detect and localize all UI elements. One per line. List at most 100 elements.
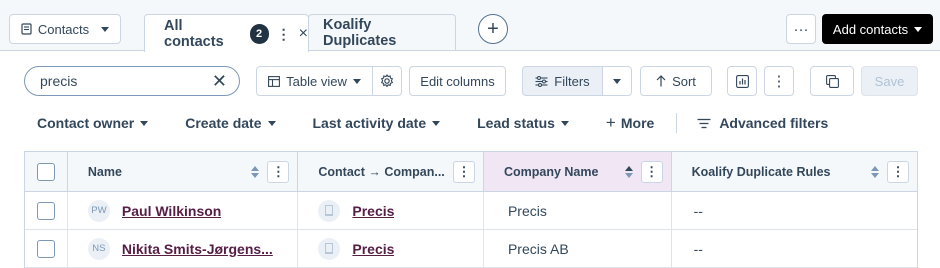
company-name-cell: Precis AB (484, 230, 672, 267)
tab-koalify-duplicates[interactable]: Koalify Duplicates (308, 14, 456, 51)
company-link[interactable]: Precis (352, 241, 394, 257)
table-view-button[interactable]: Table view (256, 66, 373, 96)
advanced-filters-icon (697, 118, 711, 128)
chevron-down-icon (613, 78, 621, 84)
sort-icon[interactable] (871, 165, 879, 178)
column-label: Name (87, 164, 122, 179)
company-name-value: Precis (507, 202, 547, 219)
clear-search-icon[interactable]: ✕ (212, 71, 227, 92)
company-name-cell: Precis (484, 192, 672, 229)
filters-dropdown-button[interactable] (602, 66, 632, 96)
column-menu-icon[interactable]: ⋮ (887, 160, 909, 183)
filters-label: Filters (554, 73, 590, 89)
row-select-cell (25, 192, 68, 229)
column-header-contact-company[interactable]: Contact → Compan... ⋮ (298, 152, 484, 191)
column-menu-icon[interactable]: ⋮ (640, 160, 663, 183)
duplicate-view-button[interactable] (810, 66, 854, 96)
add-contacts-button[interactable]: Add contacts (822, 14, 933, 44)
save-view-button[interactable]: Save (861, 66, 918, 96)
column-header-name[interactable]: Name ⋮ (68, 152, 299, 191)
avatar: PW (87, 199, 110, 222)
ellipsis-icon: ··· (793, 20, 809, 38)
search-input[interactable] (40, 73, 200, 89)
contact-name-link[interactable]: Nikita Smits-Jørgens... (122, 241, 273, 257)
company-link[interactable]: Precis (352, 203, 394, 219)
associated-company-cell: Precis (298, 230, 484, 267)
more-filters-label: More (620, 115, 655, 131)
filters-divider (676, 113, 678, 133)
filter-label: Create date (185, 115, 262, 131)
filter-sliders-icon (535, 75, 548, 87)
filter-last-activity-date[interactable]: Last activity date (313, 115, 441, 131)
kebab-icon: ⋮ (771, 73, 787, 90)
search-box[interactable]: ✕ (24, 66, 240, 96)
duplicate-rules-cell: -- (672, 192, 917, 229)
tab-options-icon[interactable]: ⋮ (277, 27, 291, 41)
contact-name-link[interactable]: Paul Wilkinson (122, 203, 221, 219)
chart-icon (735, 74, 749, 88)
object-selector-button[interactable]: Contacts (9, 14, 121, 44)
advanced-filters-label: Advanced filters (719, 115, 829, 131)
contacts-panel: ✕ Table view Edit columns Filters (0, 50, 940, 268)
table-row: PW Paul Wilkinson Precis Precis -- (25, 192, 917, 230)
chevron-down-icon (432, 120, 441, 126)
plus-icon: + (487, 18, 499, 40)
sort-button[interactable]: Sort (640, 66, 712, 96)
filter-contact-owner[interactable]: Contact owner (37, 115, 149, 131)
sort-label: Sort (672, 73, 696, 89)
quick-filters: Contact owner Create date Last activity … (37, 113, 865, 133)
contacts-table: Name ⋮ Contact → Compan... ⋮ Company Nam… (24, 151, 918, 268)
add-view-tab-button[interactable]: + (478, 14, 508, 44)
object-selector-label: Contacts (37, 21, 90, 37)
row-checkbox[interactable] (36, 201, 55, 220)
duplicate-rules-cell: -- (672, 230, 917, 267)
save-label: Save (874, 73, 905, 89)
column-menu-icon[interactable]: ⋮ (452, 160, 475, 183)
table-icon (268, 75, 281, 87)
more-actions-button[interactable]: ··· (786, 14, 816, 44)
column-header-koalify-duplicate-rules[interactable]: Koalify Duplicate Rules ⋮ (672, 152, 917, 191)
chevron-down-icon (267, 120, 276, 126)
add-contacts-label: Add contacts (832, 21, 909, 37)
copy-icon (825, 74, 839, 88)
table-row: NS Nikita Smits-Jørgens... Precis Precis… (25, 230, 917, 268)
filter-label: Last activity date (312, 115, 427, 131)
arrow-up-icon (656, 75, 666, 87)
filter-label: Lead status (477, 115, 555, 131)
row-checkbox[interactable] (36, 239, 55, 258)
tab-count-badge: 2 (249, 23, 269, 44)
insights-button[interactable] (727, 66, 757, 96)
close-icon[interactable]: × (299, 25, 308, 43)
column-label: Koalify Duplicate Rules (691, 164, 831, 179)
edit-columns-button[interactable]: Edit columns (409, 66, 506, 96)
filter-lead-status[interactable]: Lead status (477, 115, 569, 131)
filter-create-date[interactable]: Create date (185, 115, 276, 131)
advanced-filters-button[interactable]: Advanced filters (697, 115, 828, 131)
chevron-down-icon (101, 26, 110, 32)
column-label: Contact → Compan... (318, 164, 445, 179)
select-all-cell (25, 152, 68, 191)
company-logo-icon (318, 199, 341, 222)
table-options-button[interactable]: ⋮ (764, 66, 794, 96)
plus-icon: + (605, 113, 616, 132)
tab-all-contacts[interactable]: All contacts 2 ⋮ × (144, 14, 309, 52)
company-name-value: Precis AB (507, 240, 569, 257)
filter-label: Contact owner (37, 115, 135, 131)
chevron-down-icon (914, 26, 923, 32)
more-filters-button[interactable]: + More (606, 113, 654, 133)
company-logo-icon (318, 237, 341, 260)
duplicate-rules-value: -- (693, 202, 703, 219)
chevron-down-icon (352, 78, 361, 84)
table-header: Name ⋮ Contact → Compan... ⋮ Company Nam… (25, 152, 917, 192)
filters-button[interactable]: Filters (522, 66, 603, 96)
view-settings-button[interactable] (372, 66, 402, 96)
associated-company-cell: Precis (298, 192, 484, 229)
column-menu-icon[interactable]: ⋮ (267, 160, 290, 183)
select-all-checkbox[interactable] (36, 162, 55, 181)
sort-icon[interactable] (624, 165, 633, 178)
gear-icon (380, 74, 394, 88)
view-tabs: All contacts 2 ⋮ × Koalify Duplicates (144, 14, 456, 52)
column-header-company-name[interactable]: Company Name ⋮ (483, 152, 672, 191)
sort-icon[interactable] (251, 165, 260, 178)
row-select-cell (25, 230, 68, 267)
